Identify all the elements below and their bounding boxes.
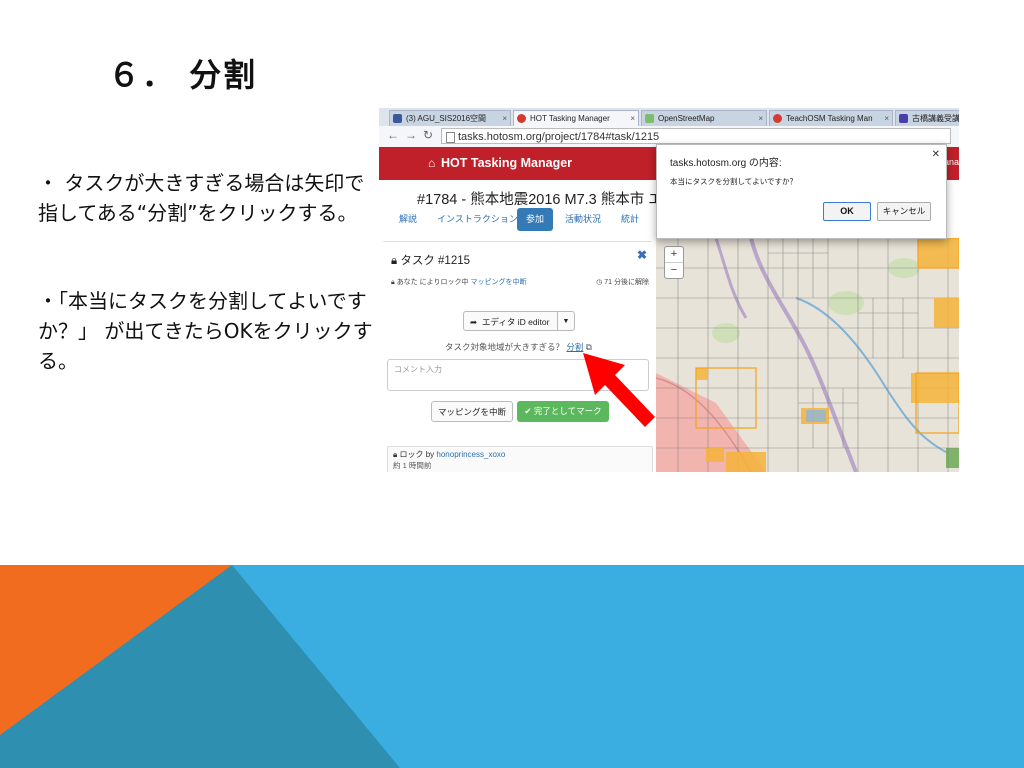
clock-icon: ◷ (596, 279, 603, 286)
browser-tab-osm[interactable]: OpenStreetMap × (641, 110, 767, 126)
dialog-message: 本当にタスクを分割してよいですか？ (670, 177, 798, 186)
browser-tab-label: OpenStreetMap (658, 114, 715, 123)
url-text: tasks.hotosm.org/project/1784#task/1215 (458, 131, 660, 143)
split-question: タスク対象地域が大きすぎる？ 分割 ⧉ (445, 341, 592, 353)
cancel-button[interactable]: キャンセル (877, 202, 931, 221)
home-icon[interactable]: ⌂ (428, 156, 435, 170)
check-icon: ✔ (524, 406, 532, 416)
browser-screenshot: (3) AGU_SIS2016空間 × HOT Tasking Manager … (379, 108, 959, 472)
hot-icon (517, 114, 526, 123)
task-title: 🔒︎ タスク #1215 (391, 252, 470, 268)
tab-activity[interactable]: 活動状況 (559, 208, 607, 231)
tab-instructions[interactable]: インストラクション (431, 208, 524, 231)
bottom-decoration (0, 565, 1024, 768)
tab-contribute[interactable]: 参加 (517, 208, 553, 231)
browser-tab-facebook[interactable]: (3) AGU_SIS2016空間 × (389, 110, 511, 126)
red-pointer-arrow-icon (583, 353, 655, 427)
editor-button[interactable]: ➦ エディタ iD editor ▼ (463, 311, 575, 331)
editor-button-label: エディタ iD editor (482, 317, 550, 327)
close-icon[interactable]: ✕ (932, 149, 940, 160)
close-icon[interactable]: × (630, 111, 635, 126)
task-map[interactable]: + − (656, 238, 959, 472)
calendar-icon (899, 114, 908, 123)
slide-title: ６． 分割 (108, 56, 258, 94)
browser-tab-teachosm[interactable]: TeachOSM Tasking Man × (769, 110, 893, 126)
browser-tab-label: TeachOSM Tasking Man (786, 114, 873, 123)
map-tiles (656, 238, 959, 472)
url-field[interactable]: tasks.hotosm.org/project/1784#task/1215 (441, 128, 951, 144)
history-lock-text: ロック by (399, 450, 435, 459)
browser-tab-bar: (3) AGU_SIS2016空間 × HOT Tasking Manager … (379, 108, 959, 126)
stop-mapping-link[interactable]: マッピングを中断 (470, 279, 526, 286)
facebook-icon (393, 114, 402, 123)
close-icon[interactable]: × (502, 111, 507, 126)
confirm-dialog: tasks.hotosm.org の内容: ✕ 本当にタスクを分割してよいですか… (656, 144, 947, 239)
browser-tab-calendar[interactable]: 古橋講義受講 (895, 110, 959, 126)
tab-description[interactable]: 解説 (393, 208, 423, 231)
arrow-right-icon: ➦ (470, 317, 478, 327)
tab-stats[interactable]: 統計 (615, 208, 645, 231)
hot-icon (773, 114, 782, 123)
history-time: 約 1 時間前 (393, 461, 432, 470)
stop-mapping-button[interactable]: マッピングを中断 (431, 401, 513, 422)
split-question-text: タスク対象地域が大きすぎる？ (445, 342, 565, 352)
back-arrow-icon[interactable]: ← (387, 128, 399, 142)
close-icon[interactable]: × (758, 111, 763, 126)
lock-status-text: あなた によりロック中 (396, 279, 469, 286)
forward-arrow-icon[interactable]: → (405, 128, 417, 142)
lock-icon: 🔒︎ (391, 255, 398, 267)
app-brand[interactable]: HOT Tasking Manager (441, 156, 572, 170)
unlock-timer-text: 71 分後に解除 (604, 279, 649, 286)
history-entry: 🔒︎ ロック by honoprincess_xoxo 約 1 時間前 (387, 446, 653, 472)
browser-tab-hot[interactable]: HOT Tasking Manager × (513, 110, 639, 126)
lock-status: 🔒︎ あなた によりロック中 マッピングを中断 (391, 277, 526, 287)
browser-tab-label: HOT Tasking Manager (530, 114, 610, 123)
task-title-text: タスク #1215 (400, 255, 471, 267)
close-icon[interactable]: ✖ (637, 248, 647, 262)
bullet-text-1: ・ タスクが大きすぎる場合は矢印で指してある“分割”をクリックする。 (38, 171, 365, 225)
osm-icon (645, 114, 654, 123)
zoom-in-button[interactable]: + (665, 247, 683, 262)
unlock-timer: ◷ 71 分後に解除 (596, 277, 649, 287)
dialog-title: tasks.hotosm.org の内容: (670, 158, 782, 169)
ok-button[interactable]: OK (823, 202, 871, 221)
lock-icon: 🔒︎ (393, 450, 398, 459)
reload-icon[interactable]: ↻ (423, 128, 433, 142)
caret-down-icon[interactable]: ▼ (557, 312, 574, 330)
lock-icon: 🔒︎ (391, 279, 395, 286)
page-icon (446, 132, 455, 143)
browser-tab-label: 古橋講義受講 (912, 114, 959, 123)
zoom-out-button[interactable]: − (665, 262, 683, 278)
history-user-link[interactable]: honoprincess_xoxo (436, 450, 505, 459)
close-icon[interactable]: × (884, 111, 889, 126)
zoom-control: + − (664, 246, 684, 279)
browser-tab-label: (3) AGU_SIS2016空間 (406, 114, 487, 123)
project-title: #1784 - 熊本地震2016 M7.3 熊本市 エリア (417, 192, 692, 208)
history-line: 🔒︎ ロック by honoprincess_xoxo (393, 449, 505, 460)
bullet-text-2: ・「本当にタスクを分割してよいですか？」 が出てきたらOKをクリックする。 (38, 289, 373, 373)
